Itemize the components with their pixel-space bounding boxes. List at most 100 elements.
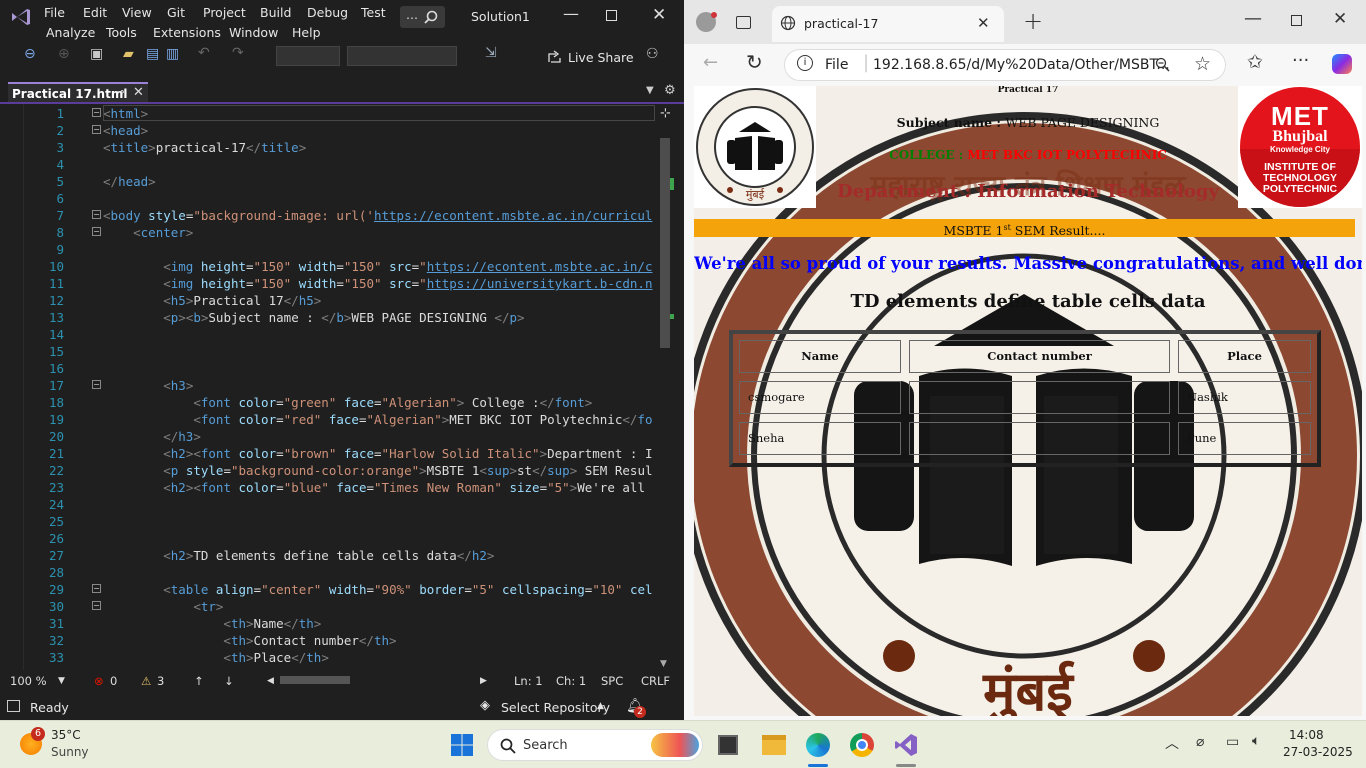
tab-actions-icon[interactable] [736, 16, 751, 29]
back-icon[interactable]: ← [703, 52, 718, 73]
weather-condition[interactable]: Sunny [51, 745, 89, 759]
code-line[interactable]: <head> [103, 123, 656, 138]
scroll-right-icon[interactable]: ▶ [480, 676, 487, 686]
task-view-icon[interactable] [718, 735, 738, 755]
display-icon[interactable]: ▭ [1226, 734, 1239, 750]
code-editor[interactable]: 1 <html> 2 <head> 3 <title>practical-17</titl… [0, 102, 684, 682]
new-item-icon[interactable]: ▣ [90, 46, 103, 62]
code-line[interactable]: <img height="150" width="150" src="https… [103, 276, 656, 291]
menu-project[interactable]: Project [203, 5, 246, 20]
menu-tools[interactable]: Tools [106, 25, 137, 40]
redo-icon[interactable]: ↷ [232, 45, 244, 61]
code-line[interactable]: <center> [103, 225, 656, 240]
scrollbar-thumb[interactable] [660, 138, 670, 348]
fold-toggle-icon[interactable]: − [92, 227, 101, 236]
code-line[interactable]: <th>Contact number</th> [103, 633, 656, 648]
undo-icon[interactable]: ↶ [198, 45, 210, 61]
menu-debug[interactable]: Debug [307, 5, 348, 20]
windows-start-icon[interactable] [450, 733, 474, 757]
menu-git[interactable]: Git [167, 5, 185, 20]
fold-toggle-icon[interactable]: − [92, 584, 101, 593]
fold-toggle-icon[interactable]: − [92, 210, 101, 219]
info-icon[interactable]: i [797, 55, 813, 71]
browser-minimize-button[interactable]: — [1244, 8, 1262, 29]
code-line[interactable]: <tr> [103, 599, 656, 614]
tab-list-dropdown-icon[interactable]: ▼ [646, 85, 654, 96]
minimize-button[interactable]: — [563, 4, 579, 23]
visual-studio-logo-icon[interactable] [10, 7, 32, 27]
url-text[interactable]: 192.168.8.65/d/My%20Data/Other/MSBT... [873, 57, 1170, 73]
tab-practical-17[interactable]: Practical 17.html ⊸ ✕ [8, 82, 148, 102]
volume-icon[interactable]: 🔈︎ [1252, 733, 1260, 749]
browser-close-button[interactable]: ✕ [1333, 9, 1347, 29]
code-line[interactable]: </head> [103, 174, 656, 189]
copilot-icon[interactable] [1332, 54, 1352, 74]
fold-toggle-icon[interactable]: − [92, 601, 101, 610]
settings-gear-icon[interactable]: ⚙ [664, 83, 676, 98]
code-line[interactable]: <table align="center" width="90%" border… [103, 582, 656, 597]
tab-close-icon[interactable]: ✕ [133, 85, 144, 100]
warning-icon[interactable]: ⚠ [141, 674, 151, 688]
code-line[interactable]: <h5>Practical 17</h5> [103, 293, 656, 308]
config-dropdown[interactable] [276, 46, 340, 66]
browser-tab-close-icon[interactable]: ✕ [977, 14, 990, 32]
favorite-star-icon[interactable]: ☆ [1194, 53, 1211, 75]
save-icon[interactable]: ▤ [146, 46, 159, 62]
scroll-down-icon[interactable]: ▼ [660, 659, 667, 669]
error-icon[interactable]: ⊗ [94, 674, 104, 688]
refresh-icon[interactable]: ↻ [746, 50, 763, 74]
fold-toggle-icon[interactable]: − [92, 108, 101, 117]
code-line[interactable]: <h2><font color="brown" face="Harlow Sol… [103, 446, 656, 461]
platform-dropdown[interactable] [347, 46, 457, 66]
url-bar[interactable]: i File | 192.168.8.65/d/My%20Data/Other/… [784, 49, 1226, 81]
zoom-magnifier-icon[interactable] [1155, 57, 1171, 73]
menu-test[interactable]: Test [361, 5, 386, 20]
live-share-button[interactable]: Live Share [568, 50, 634, 65]
whitespace-mode[interactable]: SPC [601, 674, 623, 688]
forward-nav-icon[interactable]: ⊕ [58, 46, 70, 62]
column-number[interactable]: Ch: 1 [556, 674, 586, 688]
code-line[interactable]: <img height="150" width="150" src="https… [103, 259, 656, 274]
menu-view[interactable]: View [122, 5, 152, 20]
search-box[interactable]: … [400, 6, 445, 28]
back-nav-icon[interactable]: ⊖ [24, 46, 36, 62]
code-line[interactable]: <title>practical-17</title> [103, 140, 656, 155]
zoom-level[interactable]: 100 % [10, 674, 47, 688]
clock-date[interactable]: 27-03-2025 [1283, 745, 1353, 759]
network-icon[interactable]: ⌀ [1196, 734, 1204, 750]
zoom-dropdown-icon[interactable]: ▼ [58, 676, 65, 686]
output-icon[interactable] [7, 700, 20, 712]
code-line[interactable]: <th>Name</th> [103, 616, 656, 631]
line-ending[interactable]: CRLF [641, 674, 670, 688]
horizontal-scroll-thumb[interactable] [280, 676, 350, 684]
browser-tab-practical-17[interactable]: practical-17 ✕ [772, 6, 1004, 42]
maximize-button[interactable] [606, 10, 617, 21]
clock-time[interactable]: 14:08 [1289, 728, 1324, 742]
code-line[interactable]: <h2>TD elements define table cells data<… [103, 548, 656, 563]
line-number[interactable]: Ln: 1 [514, 674, 543, 688]
tray-overflow-icon[interactable]: ︿ [1165, 733, 1179, 753]
error-count[interactable]: 0 [110, 674, 117, 688]
code-line[interactable]: <th>Place</th> [103, 650, 656, 665]
file-explorer-icon[interactable] [762, 735, 786, 755]
code-line[interactable]: </h3> [103, 429, 656, 444]
code-line[interactable]: <p style="background-color:orange">MSBTE… [103, 463, 656, 478]
menu-extensions[interactable]: Extensions [153, 25, 221, 40]
feedback-icon[interactable]: ⚇ [646, 46, 659, 62]
scroll-left-icon[interactable]: ◀ [267, 676, 274, 686]
edge-icon[interactable] [806, 733, 830, 757]
menu-window[interactable]: Window [229, 25, 278, 40]
menu-file[interactable]: File [44, 5, 65, 20]
fold-toggle-icon[interactable]: − [92, 380, 101, 389]
visual-studio-taskbar-icon[interactable] [894, 733, 918, 757]
menu-build[interactable]: Build [260, 5, 291, 20]
code-line[interactable]: <font color="red" face="Algerian">MET BK… [103, 412, 656, 427]
save-all-icon[interactable]: ▥ [166, 46, 179, 62]
select-repository-button[interactable]: Select Repository [501, 700, 610, 715]
browser-maximize-button[interactable] [1291, 15, 1302, 26]
code-line[interactable]: <body style="background-image: url('http… [103, 208, 656, 223]
favorites-icon[interactable]: ✩ [1247, 51, 1263, 73]
menu-help[interactable]: Help [292, 25, 321, 40]
code-line[interactable]: <h2><font color="blue" face="Times New R… [103, 480, 656, 495]
menu-analyze[interactable]: Analyze [46, 25, 95, 40]
